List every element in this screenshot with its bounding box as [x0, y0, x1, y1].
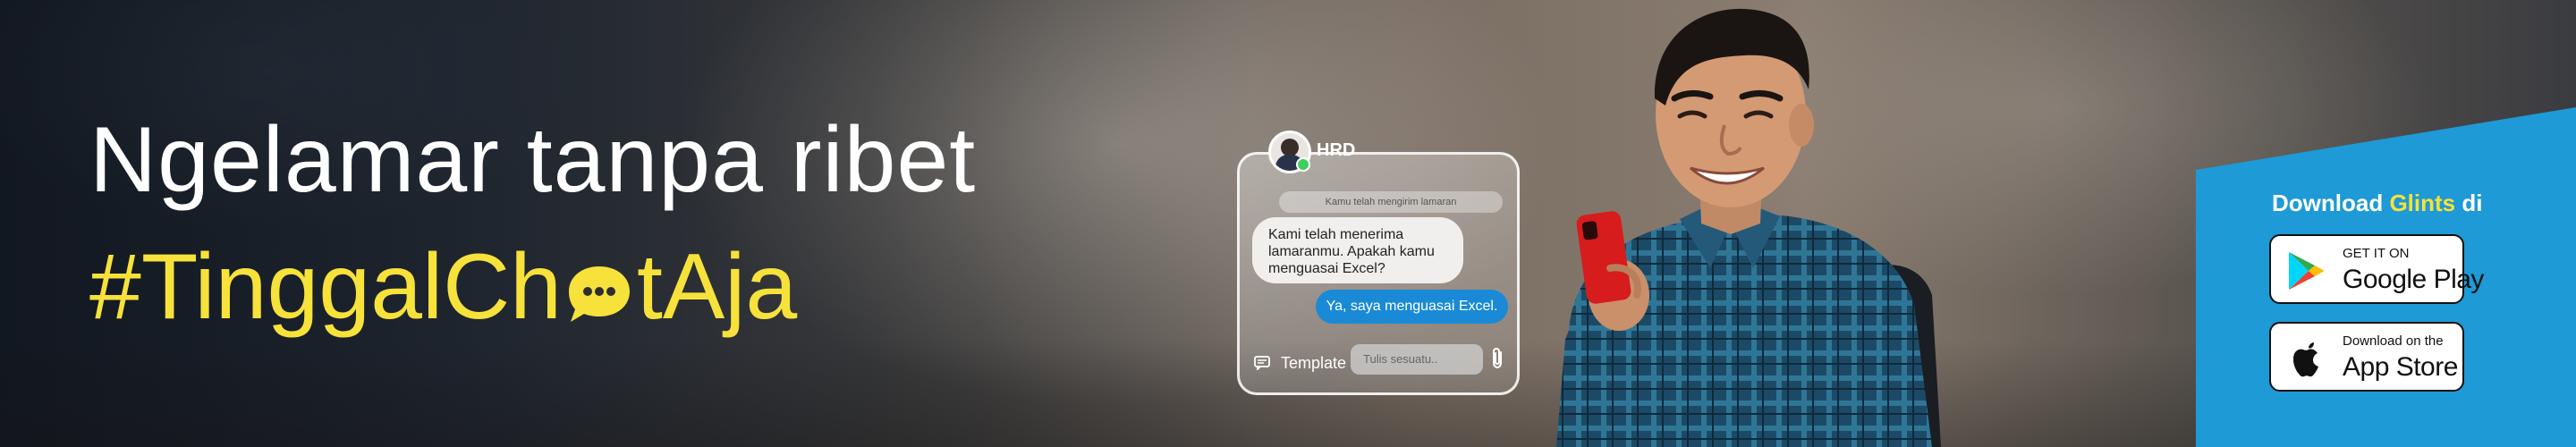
app-store-label: App Store — [2343, 352, 2458, 382]
person-photo — [1556, 8, 1941, 447]
incoming-message: Kami telah menerima lamaranmu. Apakah ka… — [1252, 217, 1463, 283]
google-play-button[interactable]: GET IT ON Google Play — [2269, 234, 2484, 304]
template-icon[interactable] — [1254, 356, 1270, 370]
hashtag-part-2: tAja — [637, 235, 798, 339]
download-suffix: di — [2462, 190, 2483, 216]
headline: Ngelamar tanpa ribet — [89, 108, 977, 212]
system-note: Kamu telah mengirim lamaran — [1279, 191, 1503, 213]
download-prefix: Download — [2272, 190, 2384, 216]
app-store-small-label: Download on the — [2343, 333, 2444, 349]
brand-name: Glints — [2389, 190, 2456, 216]
message-input[interactable]: Tulis sesuatu.. — [1351, 344, 1483, 375]
google-play-icon — [2289, 252, 2324, 290]
online-status-dot — [1296, 157, 1310, 172]
hashtag-part-1: #TinggalCh — [89, 235, 563, 339]
template-label[interactable]: Template — [1281, 354, 1346, 373]
promo-banner: Ngelamar tanpa ribet #TinggalCh tAja HRD … — [0, 0, 2576, 447]
google-play-small-label: GET IT ON — [2343, 246, 2410, 261]
apple-icon — [2292, 342, 2318, 377]
hashtag: #TinggalCh tAja — [89, 234, 797, 341]
google-play-label: Google Play — [2343, 265, 2484, 294]
chat-sender-name: HRD — [1317, 140, 1356, 160]
app-store-button[interactable]: Download on the App Store — [2269, 322, 2464, 392]
chat-bubble-icon — [564, 241, 635, 322]
download-title: Download Glints di — [2272, 190, 2482, 217]
